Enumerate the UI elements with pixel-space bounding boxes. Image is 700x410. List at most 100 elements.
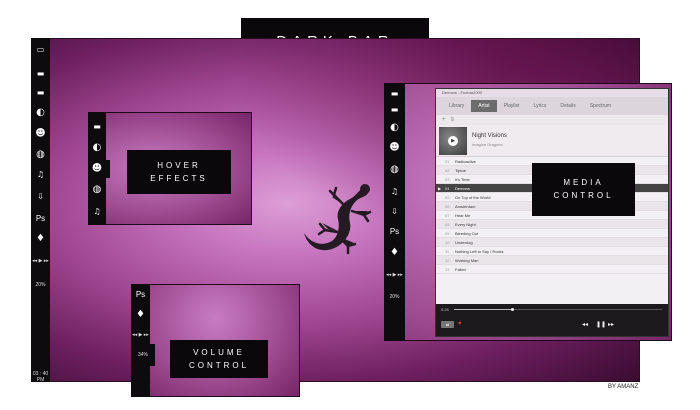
transport-controls[interactable]: ◂◂ ▶ ▸▸ [384,272,405,278]
hover-tab[interactable] [106,160,110,178]
track-name: Nothing Left to Say / Rocks [455,249,504,254]
gecko-logo [304,184,372,255]
tab-details[interactable]: Details [553,100,582,112]
player-subbar: + ≡ [436,115,668,125]
volume-readout: 34% [137,352,148,358]
folder-icon[interactable]: ▬ [88,122,106,132]
album-artist: Imagine Dragons [472,142,503,147]
clock: 03 : 40 PM [32,371,49,383]
track-number: 02 [445,168,450,173]
track-name: It's Time [455,177,470,182]
hover-label-line2: EFFECTS [150,174,208,183]
track-number: 04 [445,186,450,191]
track-name: Demons [455,186,470,191]
add-button[interactable]: + [442,117,446,123]
seek-knob[interactable] [511,308,515,311]
download-icon[interactable]: ⇩ [384,207,405,217]
track-row[interactable]: 13 Fallen [436,265,668,274]
note-icon[interactable]: ♫ [31,170,50,180]
download-icon[interactable]: ⇩ [31,192,50,202]
play-icon[interactable]: ▶ [448,136,458,146]
volume-readout[interactable]: 20% [31,282,50,288]
moon-icon[interactable]: ◐ [31,108,50,118]
heart-icon[interactable]: ♥ [458,321,462,327]
track-number: 08 [445,222,450,227]
folder-icon-2[interactable]: ▬ [384,105,405,115]
player-controls: 0:24 ⇄ ♥ ◂◂ ❚❚ ▸▸ [436,304,668,336]
album-title: Night Visions [472,133,507,139]
volume-label-line1: VOLUME [193,348,245,357]
photoshop-icon[interactable]: Ps [131,290,150,300]
photoshop-icon[interactable]: Ps [384,227,405,237]
tab-library[interactable]: Library [442,100,471,112]
volume-control-label: VOLUME CONTROL [170,340,268,378]
globe-icon[interactable]: ◍ [384,165,405,175]
track-row[interactable]: 12 Working Man [436,256,668,265]
moon-icon[interactable]: ◐ [384,123,405,133]
transport-controls[interactable]: ◂◂ ▶ ▸▸ [31,258,50,264]
next-icon[interactable]: ▸▸ [608,321,614,328]
track-name: Amsterdam [455,204,476,209]
track-number: 06 [445,204,450,209]
hover-dock: ▬ ◐ ☻ ◍ ♫ [88,112,106,225]
media-label-line2: CONTROL [553,191,614,200]
tab-playlist[interactable]: Playlist [497,100,527,112]
mode-button[interactable]: ⇄ [441,321,454,328]
hover-effects-label: HOVER EFFECTS [127,150,231,194]
globe-icon[interactable]: ◍ [31,150,50,160]
track-number: 07 [445,213,450,218]
media-dock: ▬ ▬ ◐ ☻ ◍ ♫ ⇩ Ps ♦ ◂◂ ▶ ▸▸ 20% [384,83,405,341]
folder-icon[interactable]: ▬ [31,69,50,79]
volume-readout[interactable]: 20% [384,294,405,300]
track-name: Hear Me [455,213,471,218]
elapsed-time: 0:24 [441,307,449,312]
track-number: 10 [445,240,450,245]
previous-icon[interactable]: ◂◂ [582,321,588,328]
tab-artist[interactable]: Artist [471,100,497,112]
track-row[interactable]: 09 Bleeding Out [436,229,668,238]
album-header: ▶ Night Visions Imagine Dragons [436,125,668,157]
shield-icon[interactable]: ♦ [384,248,405,258]
note-icon[interactable]: ♫ [88,207,106,217]
track-number: 12 [445,258,450,263]
note-icon[interactable]: ♫ [384,187,405,197]
track-name: Fallen [455,267,466,272]
now-playing-icon: ▶ [438,186,442,191]
player-tabs: Library Artist Playlist Lyrics Details Spectr… [436,97,668,115]
track-row[interactable]: 10 Underdog [436,238,668,247]
track-row[interactable]: 11 Nothing Left to Say / Rocks [436,247,668,256]
face-icon[interactable]: ☻ [31,129,50,139]
track-name: Underdog [455,240,473,245]
shield-icon[interactable]: ♦ [31,234,50,244]
menu-button[interactable]: ≡ [451,117,455,123]
track-number: 09 [445,231,450,236]
face-icon[interactable]: ☻ [384,143,405,153]
photoshop-icon[interactable]: Ps [31,214,50,224]
moon-icon[interactable]: ◐ [88,143,106,153]
seek-bar[interactable] [454,308,662,311]
volume-popout[interactable]: 34% [131,344,155,366]
track-number: 11 [445,249,450,254]
globe-icon[interactable]: ◍ [88,185,106,195]
track-number: 03 [445,177,450,182]
folder-icon-2[interactable]: ▬ [31,88,50,98]
computer-icon[interactable]: ▭ [31,45,50,55]
player-titlebar: Demons - Foobar2000 [436,89,668,97]
track-row[interactable]: 08 Every Night [436,220,668,229]
track-name: Tiptoe [455,168,466,173]
pause-icon[interactable]: ❚❚ [596,321,606,328]
shield-icon[interactable]: ♦ [131,310,150,320]
tab-spectrum[interactable]: Spectrum [583,100,618,112]
tab-lyrics[interactable]: Lyrics [527,100,554,112]
media-control-label: MEDIA CONTROL [532,163,635,216]
face-icon[interactable]: ☻ [88,164,106,174]
album-cover[interactable]: ▶ [439,127,467,155]
transport-controls[interactable]: ◂◂ ▶ ▸▸ [131,332,150,338]
folder-icon[interactable]: ▬ [384,89,405,99]
seek-fill [454,309,513,310]
main-dock: ▭ ▬ ▬ ◐ ☻ ◍ ♫ ⇩ Ps ♦ ◂◂ ▶ ▸▸ 20% 03 : 40… [31,38,50,383]
track-number: 01 [445,159,450,164]
media-label-line1: MEDIA [563,178,604,187]
track-number: 13 [445,267,450,272]
track-name: Working Man [455,258,479,263]
